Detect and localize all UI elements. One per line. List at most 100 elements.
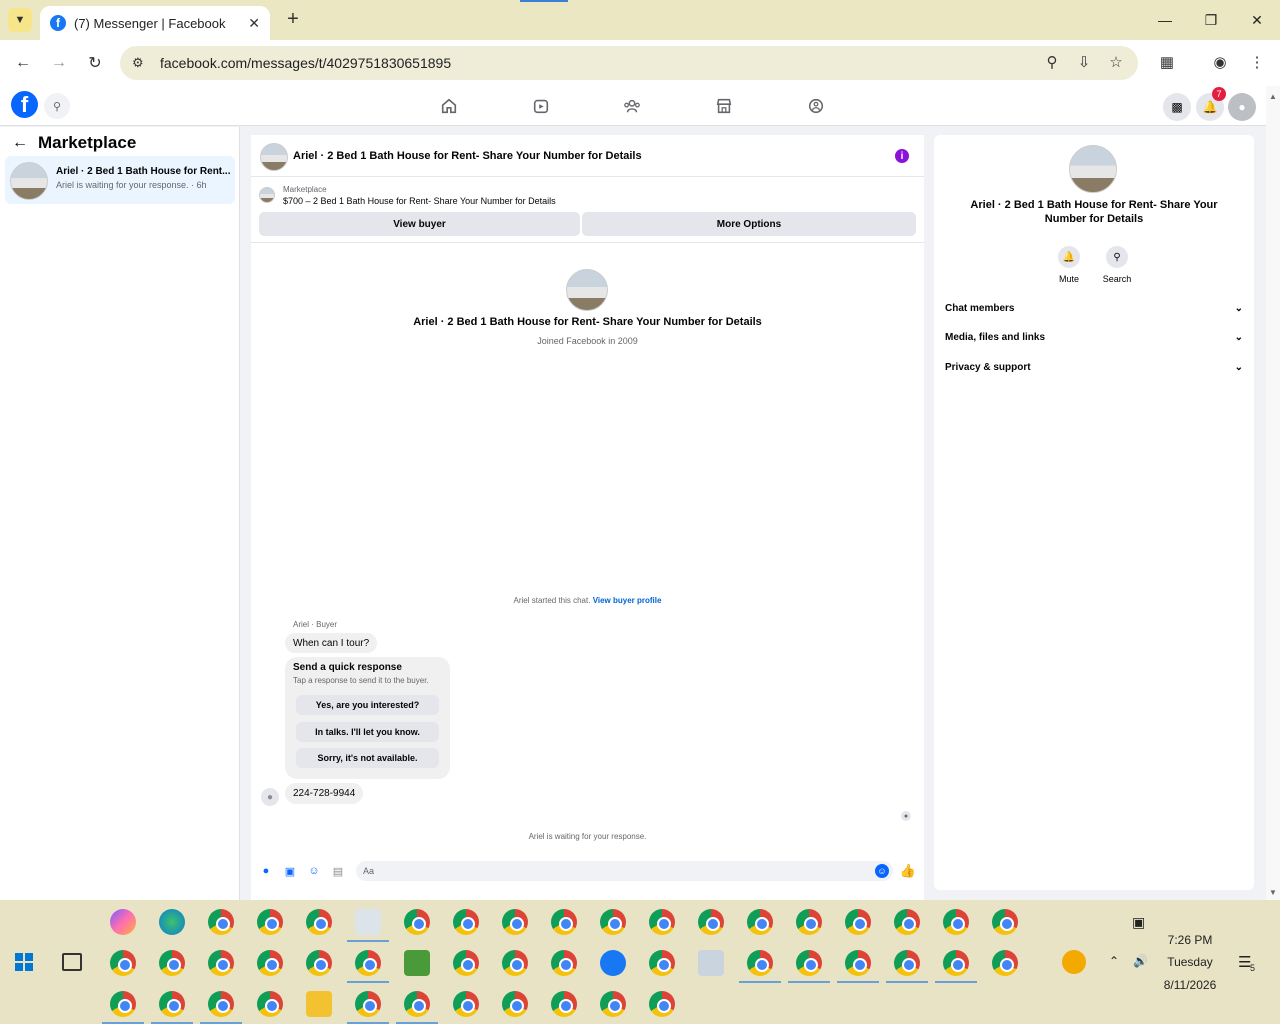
chrome-window-icon[interactable]: [208, 909, 234, 935]
chrome-window-icon[interactable]: [845, 909, 871, 935]
close-window-button[interactable]: ✕: [1234, 6, 1280, 34]
view-buyer-profile-link[interactable]: View buyer profile: [593, 596, 662, 605]
video-icon[interactable]: [529, 94, 553, 118]
chrome-window-icon[interactable]: [649, 909, 675, 935]
voice-clip-icon[interactable]: ●: [259, 864, 273, 878]
home-icon[interactable]: [437, 94, 461, 118]
page-scrollbar[interactable]: [1266, 86, 1280, 900]
scroll-down-arrow-icon[interactable]: ▼: [1268, 887, 1278, 897]
chrome-window-icon[interactable]: [257, 950, 283, 976]
facebook-logo-icon[interactable]: f: [11, 91, 38, 118]
minimize-button[interactable]: —: [1142, 6, 1188, 34]
quick-reply-button[interactable]: Yes, are you interested?: [296, 695, 439, 715]
chrome-window-icon[interactable]: [845, 950, 871, 976]
chrome-window-icon[interactable]: [551, 991, 577, 1017]
chrome-window-icon[interactable]: [306, 950, 332, 976]
chrome-window-icon[interactable]: [453, 950, 479, 976]
file-explorer-icon[interactable]: [306, 991, 332, 1017]
chrome-window-icon[interactable]: [796, 950, 822, 976]
back-arrow-icon[interactable]: ←: [12, 134, 28, 152]
copilot-icon[interactable]: [110, 909, 136, 935]
chrome-window-icon[interactable]: [257, 991, 283, 1017]
chrome-window-icon[interactable]: [894, 909, 920, 935]
chrome-window-icon[interactable]: [502, 950, 528, 976]
account-avatar[interactable]: ●: [1228, 93, 1256, 121]
quick-reply-button[interactable]: Sorry, it's not available.: [296, 748, 439, 768]
chrome-window-icon[interactable]: [747, 950, 773, 976]
chrome-window-icon[interactable]: [600, 909, 626, 935]
section-privacy-support[interactable]: Privacy & support ⌄: [945, 362, 1243, 373]
chrome-window-icon[interactable]: [796, 909, 822, 935]
attach-photo-icon[interactable]: ▣: [283, 864, 297, 878]
groups-icon[interactable]: [620, 94, 644, 118]
chrome-window-icon[interactable]: [502, 991, 528, 1017]
clock-date[interactable]: 8/11/2026: [1155, 978, 1225, 992]
chrome-window-icon[interactable]: [453, 991, 479, 1017]
search-chat-button[interactable]: ⚲ Search: [1097, 246, 1137, 284]
install-app-icon[interactable]: ⇩: [1074, 52, 1094, 72]
chrome-window-icon[interactable]: [404, 991, 430, 1017]
conversation-item[interactable]: Ariel · 2 Bed 1 Bath House for Rent... A…: [5, 156, 235, 204]
search-icon[interactable]: ⚲: [44, 93, 70, 119]
chrome-window-icon[interactable]: [159, 950, 185, 976]
clock-time[interactable]: 7:26 PM: [1160, 933, 1220, 947]
chrome-window-icon[interactable]: [110, 991, 136, 1017]
gaming-icon[interactable]: [804, 94, 828, 118]
gif-icon[interactable]: ▤: [331, 864, 345, 878]
volume-icon[interactable]: 🔊: [1133, 954, 1148, 968]
network-icon[interactable]: ▣: [1132, 914, 1145, 931]
chrome-window-icon[interactable]: [404, 909, 430, 935]
chrome-window-icon[interactable]: [943, 909, 969, 935]
menu-grid-icon[interactable]: ▩: [1163, 93, 1191, 121]
omnibox[interactable]: ⚙ facebook.com/messages/t/40297518306518…: [120, 46, 1138, 80]
task-view-icon[interactable]: [62, 953, 82, 971]
section-chat-members[interactable]: Chat members ⌄: [945, 303, 1243, 314]
marketplace-icon[interactable]: [712, 94, 736, 118]
restore-button[interactable]: ❐: [1188, 6, 1234, 34]
forward-button[interactable]: →: [47, 51, 71, 75]
chrome-window-icon[interactable]: [649, 991, 675, 1017]
new-tab-button[interactable]: +: [282, 8, 304, 30]
scroll-up-arrow-icon[interactable]: ▲: [1268, 91, 1278, 101]
more-options-button[interactable]: More Options: [582, 212, 916, 236]
reload-button[interactable]: ↻: [83, 51, 107, 75]
tab-close-icon[interactable]: ✕: [248, 15, 260, 32]
chrome-window-icon[interactable]: [208, 991, 234, 1017]
like-thumb-icon[interactable]: 👍: [900, 863, 916, 878]
tab-search-chevron-icon[interactable]: ▼: [8, 8, 32, 32]
quick-reply-button[interactable]: In talks. I'll let you know.: [296, 722, 439, 742]
edge-icon[interactable]: [159, 909, 185, 935]
chrome-window-icon[interactable]: [551, 950, 577, 976]
chrome-window-icon[interactable]: [257, 909, 283, 935]
sticker-icon[interactable]: ☺: [307, 864, 321, 878]
chrome-window-icon[interactable]: [992, 909, 1018, 935]
chrome-window-icon[interactable]: [159, 991, 185, 1017]
mute-button[interactable]: 🔔 Mute: [1049, 246, 1089, 284]
tray-chevron-up-icon[interactable]: ⌃: [1109, 954, 1119, 968]
chat-avatar[interactable]: [260, 143, 288, 171]
browser-menu-icon[interactable]: ⋮: [1247, 52, 1267, 72]
listing-title[interactable]: $700 – 2 Bed 1 Bath House for Rent- Shar…: [283, 196, 556, 206]
chrome-window-icon[interactable]: [355, 991, 381, 1017]
clock-day[interactable]: Tuesday: [1160, 955, 1220, 969]
chrome-window-icon[interactable]: [600, 991, 626, 1017]
chrome-window-icon[interactable]: [355, 950, 381, 976]
chrome-window-icon[interactable]: [894, 950, 920, 976]
chrome-window-icon[interactable]: [649, 950, 675, 976]
back-button[interactable]: ←: [11, 51, 35, 75]
chat-title[interactable]: Ariel · 2 Bed 1 Bath House for Rent- Sha…: [293, 150, 642, 162]
chrome-window-icon[interactable]: [208, 950, 234, 976]
site-info-icon[interactable]: ⚙: [132, 55, 150, 71]
info-icon[interactable]: i: [895, 149, 909, 163]
chrome-window-icon[interactable]: [747, 909, 773, 935]
chrome-window-icon[interactable]: [502, 909, 528, 935]
notepad-icon[interactable]: [404, 950, 430, 976]
chrome-window-icon[interactable]: [306, 909, 332, 935]
chrome-window-icon[interactable]: [453, 909, 479, 935]
chrome-window-icon[interactable]: [992, 950, 1018, 976]
chrome-window-icon[interactable]: [110, 950, 136, 976]
message-input[interactable]: Aa ☺: [356, 861, 893, 881]
bookmark-star-icon[interactable]: ☆: [1106, 52, 1126, 72]
browser-tab[interactable]: f (7) Messenger | Facebook ✕: [40, 6, 270, 40]
weather-moon-icon[interactable]: [1062, 950, 1086, 974]
